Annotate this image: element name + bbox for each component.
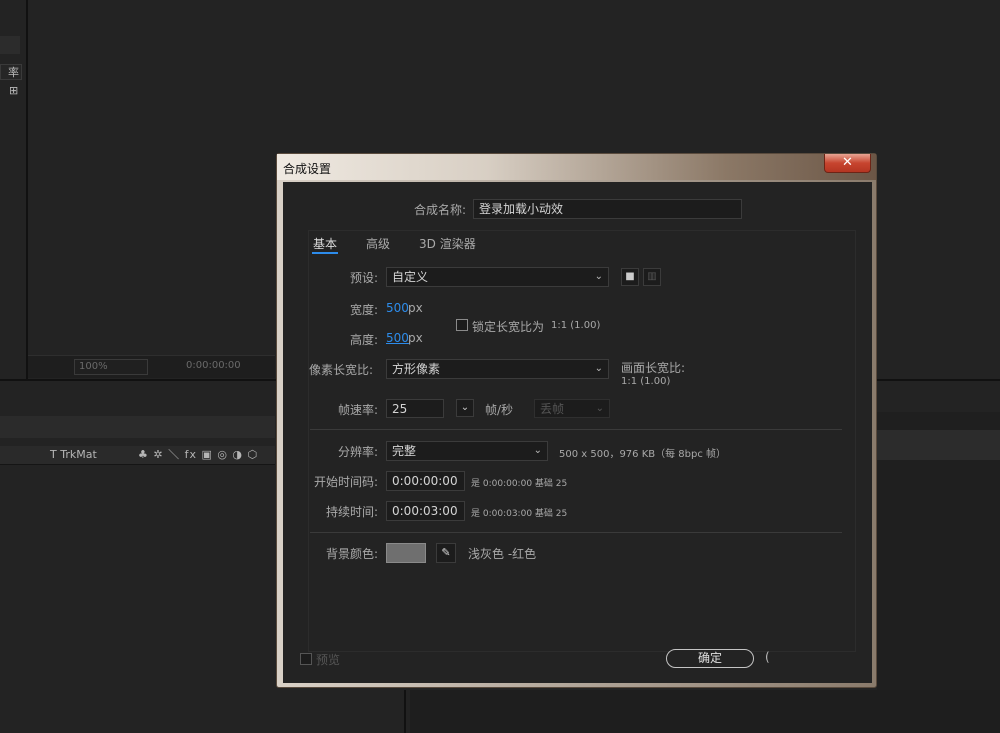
tab-basic-underline — [312, 252, 338, 254]
timeline-divider — [404, 690, 406, 733]
frame-rate-unit: 帧/秒 — [485, 403, 514, 417]
chevron-down-icon: ⌄ — [594, 363, 603, 374]
panel-tab-fragment[interactable]: 率 — [0, 64, 22, 80]
composition-settings-dialog: 合成设置 ✕ 合成名称: 登录加载小动效 基本 高级 3D 渲染器 预设: 自定… — [276, 153, 877, 688]
tab-basic[interactable]: 基本 — [313, 235, 337, 252]
cancel-button-fragment[interactable]: ( — [765, 650, 770, 664]
pixel-aspect-value: 方形像素 — [392, 362, 441, 376]
close-button[interactable]: ✕ — [824, 154, 871, 173]
width-label: 宽度: — [350, 303, 379, 317]
zoom-select[interactable]: 100% — [74, 359, 148, 375]
trkmat-label: T TrkMat — [50, 448, 97, 461]
panel-divider-left — [26, 0, 28, 380]
timeline-bottom-panel — [410, 690, 1000, 733]
resolution-select[interactable]: 完整 ⌄ — [386, 441, 548, 461]
frame-rate-dropdown[interactable]: ⌄ — [456, 399, 474, 417]
dialog-body: 合成名称: 登录加载小动效 基本 高级 3D 渲染器 预设: 自定义 ⌄ ■ ▥… — [283, 182, 872, 683]
height-value[interactable]: 500 — [386, 331, 409, 345]
timeline-right-panel — [877, 412, 1000, 733]
dialog-title: 合成设置 — [283, 162, 332, 176]
background-color-swatch[interactable] — [386, 543, 426, 563]
resolution-label: 分辨率: — [338, 445, 379, 459]
preset-label: 预设: — [350, 271, 379, 285]
dialog-title-bar[interactable]: 合成设置 ✕ — [277, 154, 876, 180]
frame-aspect-value: 1:1 (1.00) — [621, 376, 671, 387]
start-timecode-input[interactable]: 0:00:00:00 — [386, 471, 465, 491]
start-timecode-label: 开始时间码: — [314, 475, 379, 489]
drop-frame-select[interactable]: 丢帧 ⌄ — [534, 399, 610, 418]
start-timecode-note: 是 0:00:00:00 基础 25 — [471, 479, 568, 489]
preview-label: 预览 — [316, 653, 341, 667]
resolution-info: 500 x 500，976 KB（每 8bpc 帧） — [559, 449, 727, 460]
network-icon[interactable]: ⊞ — [9, 84, 18, 97]
chevron-down-icon: ⌄ — [595, 403, 604, 414]
pixel-aspect-label: 像素长宽比: — [309, 363, 374, 377]
duration-input[interactable]: 0:00:03:00 — [386, 501, 465, 521]
width-unit: px — [408, 301, 423, 315]
duration-label: 持续时间: — [326, 505, 379, 519]
lock-aspect-ratio: 1:1 (1.00) — [551, 320, 601, 331]
height-unit: px — [408, 331, 423, 345]
timeline-search-strip — [0, 416, 275, 438]
resolution-value: 完整 — [392, 444, 417, 458]
lock-aspect-label: 锁定长宽比为 — [472, 320, 545, 334]
switches-icons: ♣ ✲ ＼ fx ▣ ◎ ◑ ⬡ — [138, 448, 259, 461]
background-color-name: 浅灰色 -红色 — [468, 547, 537, 561]
width-value[interactable]: 500 — [386, 301, 409, 315]
preset-value: 自定义 — [392, 270, 429, 284]
lock-aspect-checkbox[interactable] — [456, 319, 468, 331]
comp-name-label: 合成名称: — [414, 203, 467, 217]
frame-rate-label: 帧速率: — [338, 403, 379, 417]
delete-preset-icon[interactable]: ▥ — [643, 268, 661, 286]
tab-advanced[interactable]: 高级 — [366, 235, 390, 252]
tab-3d-renderer[interactable]: 3D 渲染器 — [419, 235, 476, 252]
timeline-right-ruler — [877, 430, 1000, 460]
background-color-label: 背景颜色: — [326, 547, 379, 561]
viewer-timecode[interactable]: 0:00:00:00 — [186, 359, 254, 373]
drop-frame-value: 丢帧 — [540, 402, 565, 416]
save-preset-icon[interactable]: ■ — [621, 268, 639, 286]
separator-1 — [310, 429, 842, 430]
pixel-aspect-select[interactable]: 方形像素 ⌄ — [386, 359, 609, 379]
separator-2 — [310, 532, 842, 533]
project-panel-strip — [0, 36, 20, 54]
chevron-down-icon: ⌄ — [594, 271, 603, 282]
eyedropper-icon[interactable]: ✎ — [436, 543, 456, 563]
frame-aspect-label: 画面长宽比: — [621, 361, 686, 375]
height-label: 高度: — [350, 333, 379, 347]
preview-checkbox[interactable] — [300, 653, 312, 665]
duration-note: 是 0:00:03:00 基础 25 — [471, 509, 568, 519]
chevron-down-icon: ⌄ — [533, 445, 542, 456]
frame-rate-input[interactable]: 25 — [386, 399, 444, 418]
preset-select[interactable]: 自定义 ⌄ — [386, 267, 609, 287]
ok-button[interactable]: 确定 — [666, 649, 754, 668]
comp-name-input[interactable]: 登录加载小动效 — [473, 199, 742, 219]
